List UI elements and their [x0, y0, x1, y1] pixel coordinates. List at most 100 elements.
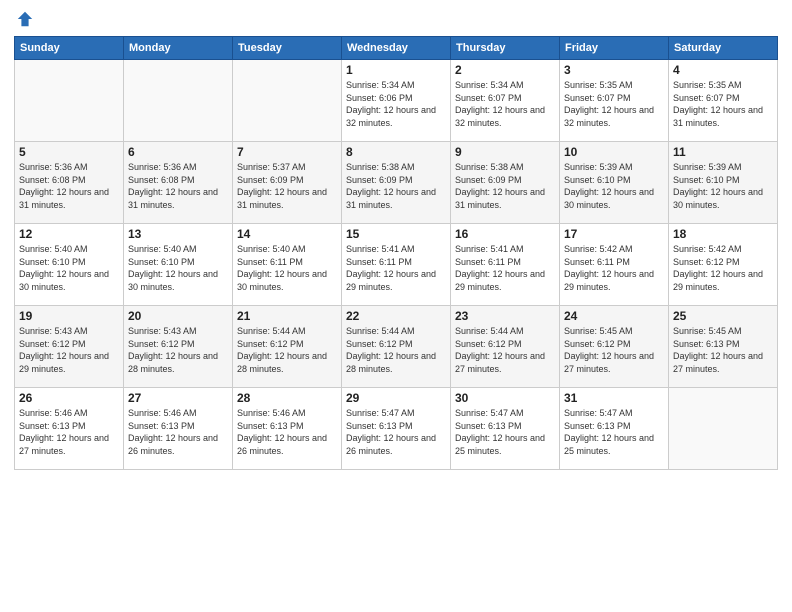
day-info: Sunrise: 5:43 AMSunset: 6:12 PMDaylight:… [19, 325, 119, 375]
day-number: 5 [19, 145, 119, 159]
calendar-cell: 30Sunrise: 5:47 AMSunset: 6:13 PMDayligh… [451, 388, 560, 470]
day-number: 12 [19, 227, 119, 241]
weekday-row: SundayMondayTuesdayWednesdayThursdayFrid… [15, 37, 778, 60]
day-info: Sunrise: 5:40 AMSunset: 6:10 PMDaylight:… [19, 243, 119, 293]
weekday-header-sunday: Sunday [15, 37, 124, 60]
day-info: Sunrise: 5:46 AMSunset: 6:13 PMDaylight:… [128, 407, 228, 457]
calendar-cell: 9Sunrise: 5:38 AMSunset: 6:09 PMDaylight… [451, 142, 560, 224]
logo [14, 10, 34, 28]
day-number: 24 [564, 309, 664, 323]
day-info: Sunrise: 5:35 AMSunset: 6:07 PMDaylight:… [673, 79, 773, 129]
day-info: Sunrise: 5:45 AMSunset: 6:13 PMDaylight:… [673, 325, 773, 375]
calendar-cell: 18 Sunrise: 5:42 AMSunset: 6:12 PMDayligh… [669, 224, 778, 306]
calendar-cell: 14Sunrise: 5:40 AMSunset: 6:11 PMDayligh… [233, 224, 342, 306]
calendar-cell: 16 Sunrise: 5:41 AMSunset: 6:11 PMDayligh… [451, 224, 560, 306]
day-number: 25 [673, 309, 773, 323]
day-info: Sunrise: 5:47 AMSunset: 6:13 PMDaylight:… [346, 407, 446, 457]
day-number: 20 [128, 309, 228, 323]
day-info: Sunrise: 5:44 AMSunset: 6:12 PMDaylight:… [237, 325, 337, 375]
calendar-cell: 19 Sunrise: 5:43 AMSunset: 6:12 PMDayligh… [15, 306, 124, 388]
calendar-cell: 1Sunrise: 5:34 AMSunset: 6:06 PMDaylight… [342, 60, 451, 142]
calendar-cell: 26 Sunrise: 5:46 AMSunset: 6:13 PMDayligh… [15, 388, 124, 470]
day-info: Sunrise: 5:39 AMSunset: 6:10 PMDaylight:… [564, 161, 664, 211]
weekday-header-friday: Friday [560, 37, 669, 60]
calendar-week-3: 12 Sunrise: 5:40 AMSunset: 6:10 PMDayligh… [15, 224, 778, 306]
day-number: 19 [19, 309, 119, 323]
day-info: Sunrise: 5:42 AMSunset: 6:12 PMDaylight:… [673, 243, 773, 293]
day-number: 15 [346, 227, 446, 241]
day-number: 16 [455, 227, 555, 241]
calendar-cell: 31Sunrise: 5:47 AMSunset: 6:13 PMDayligh… [560, 388, 669, 470]
weekday-header-wednesday: Wednesday [342, 37, 451, 60]
day-number: 13 [128, 227, 228, 241]
calendar-cell: 8 Sunrise: 5:38 AMSunset: 6:09 PMDaylight… [342, 142, 451, 224]
day-info: Sunrise: 5:40 AMSunset: 6:11 PMDaylight:… [237, 243, 337, 293]
calendar-week-5: 26 Sunrise: 5:46 AMSunset: 6:13 PMDayligh… [15, 388, 778, 470]
calendar-cell [124, 60, 233, 142]
day-number: 21 [237, 309, 337, 323]
day-number: 23 [455, 309, 555, 323]
day-info: Sunrise: 5:46 AMSunset: 6:13 PMDaylight:… [237, 407, 337, 457]
calendar-cell: 13 Sunrise: 5:40 AMSunset: 6:10 PMDayligh… [124, 224, 233, 306]
calendar-week-2: 5 Sunrise: 5:36 AMSunset: 6:08 PMDaylight… [15, 142, 778, 224]
day-number: 3 [564, 63, 664, 77]
calendar-cell: 5 Sunrise: 5:36 AMSunset: 6:08 PMDaylight… [15, 142, 124, 224]
calendar-body: 1Sunrise: 5:34 AMSunset: 6:06 PMDaylight… [15, 60, 778, 470]
day-info: Sunrise: 5:38 AMSunset: 6:09 PMDaylight:… [455, 161, 555, 211]
day-info: Sunrise: 5:43 AMSunset: 6:12 PMDaylight:… [128, 325, 228, 375]
calendar-cell: 20 Sunrise: 5:43 AMSunset: 6:12 PMDayligh… [124, 306, 233, 388]
calendar-cell [233, 60, 342, 142]
day-number: 10 [564, 145, 664, 159]
header [14, 10, 778, 28]
day-number: 8 [346, 145, 446, 159]
day-info: Sunrise: 5:47 AMSunset: 6:13 PMDaylight:… [455, 407, 555, 457]
day-info: Sunrise: 5:36 AMSunset: 6:08 PMDaylight:… [128, 161, 228, 211]
calendar-header: SundayMondayTuesdayWednesdayThursdayFrid… [15, 37, 778, 60]
day-number: 18 [673, 227, 773, 241]
day-number: 11 [673, 145, 773, 159]
day-number: 26 [19, 391, 119, 405]
day-info: Sunrise: 5:41 AMSunset: 6:11 PMDaylight:… [346, 243, 446, 293]
day-info: Sunrise: 5:45 AMSunset: 6:12 PMDaylight:… [564, 325, 664, 375]
calendar-cell: 7 Sunrise: 5:37 AMSunset: 6:09 PMDaylight… [233, 142, 342, 224]
weekday-header-saturday: Saturday [669, 37, 778, 60]
logo-icon [16, 10, 34, 28]
calendar-cell: 12 Sunrise: 5:40 AMSunset: 6:10 PMDayligh… [15, 224, 124, 306]
day-info: Sunrise: 5:41 AMSunset: 6:11 PMDaylight:… [455, 243, 555, 293]
day-number: 27 [128, 391, 228, 405]
calendar-cell: 11Sunrise: 5:39 AMSunset: 6:10 PMDayligh… [669, 142, 778, 224]
calendar-week-1: 1Sunrise: 5:34 AMSunset: 6:06 PMDaylight… [15, 60, 778, 142]
weekday-header-monday: Monday [124, 37, 233, 60]
calendar-cell: 27 Sunrise: 5:46 AMSunset: 6:13 PMDayligh… [124, 388, 233, 470]
calendar-cell [15, 60, 124, 142]
calendar-cell: 17 Sunrise: 5:42 AMSunset: 6:11 PMDayligh… [560, 224, 669, 306]
calendar-cell: 29Sunrise: 5:47 AMSunset: 6:13 PMDayligh… [342, 388, 451, 470]
day-number: 7 [237, 145, 337, 159]
day-info: Sunrise: 5:34 AMSunset: 6:06 PMDaylight:… [346, 79, 446, 129]
day-info: Sunrise: 5:46 AMSunset: 6:13 PMDaylight:… [19, 407, 119, 457]
day-info: Sunrise: 5:38 AMSunset: 6:09 PMDaylight:… [346, 161, 446, 211]
weekday-header-tuesday: Tuesday [233, 37, 342, 60]
calendar-cell: 22 Sunrise: 5:44 AMSunset: 6:12 PMDayligh… [342, 306, 451, 388]
calendar-cell: 2Sunrise: 5:34 AMSunset: 6:07 PMDaylight… [451, 60, 560, 142]
calendar-week-4: 19 Sunrise: 5:43 AMSunset: 6:12 PMDayligh… [15, 306, 778, 388]
calendar-cell: 25 Sunrise: 5:45 AMSunset: 6:13 PMDayligh… [669, 306, 778, 388]
day-number: 6 [128, 145, 228, 159]
day-info: Sunrise: 5:37 AMSunset: 6:09 PMDaylight:… [237, 161, 337, 211]
day-info: Sunrise: 5:42 AMSunset: 6:11 PMDaylight:… [564, 243, 664, 293]
day-number: 4 [673, 63, 773, 77]
day-info: Sunrise: 5:44 AMSunset: 6:12 PMDaylight:… [346, 325, 446, 375]
calendar-cell [669, 388, 778, 470]
day-number: 31 [564, 391, 664, 405]
day-number: 22 [346, 309, 446, 323]
calendar-cell: 28Sunrise: 5:46 AMSunset: 6:13 PMDayligh… [233, 388, 342, 470]
day-number: 17 [564, 227, 664, 241]
day-info: Sunrise: 5:40 AMSunset: 6:10 PMDaylight:… [128, 243, 228, 293]
calendar-cell: 6 Sunrise: 5:36 AMSunset: 6:08 PMDaylight… [124, 142, 233, 224]
calendar-cell: 21 Sunrise: 5:44 AMSunset: 6:12 PMDayligh… [233, 306, 342, 388]
day-number: 2 [455, 63, 555, 77]
day-info: Sunrise: 5:36 AMSunset: 6:08 PMDaylight:… [19, 161, 119, 211]
calendar-table: SundayMondayTuesdayWednesdayThursdayFrid… [14, 36, 778, 470]
weekday-header-thursday: Thursday [451, 37, 560, 60]
calendar-cell: 10 Sunrise: 5:39 AMSunset: 6:10 PMDayligh… [560, 142, 669, 224]
